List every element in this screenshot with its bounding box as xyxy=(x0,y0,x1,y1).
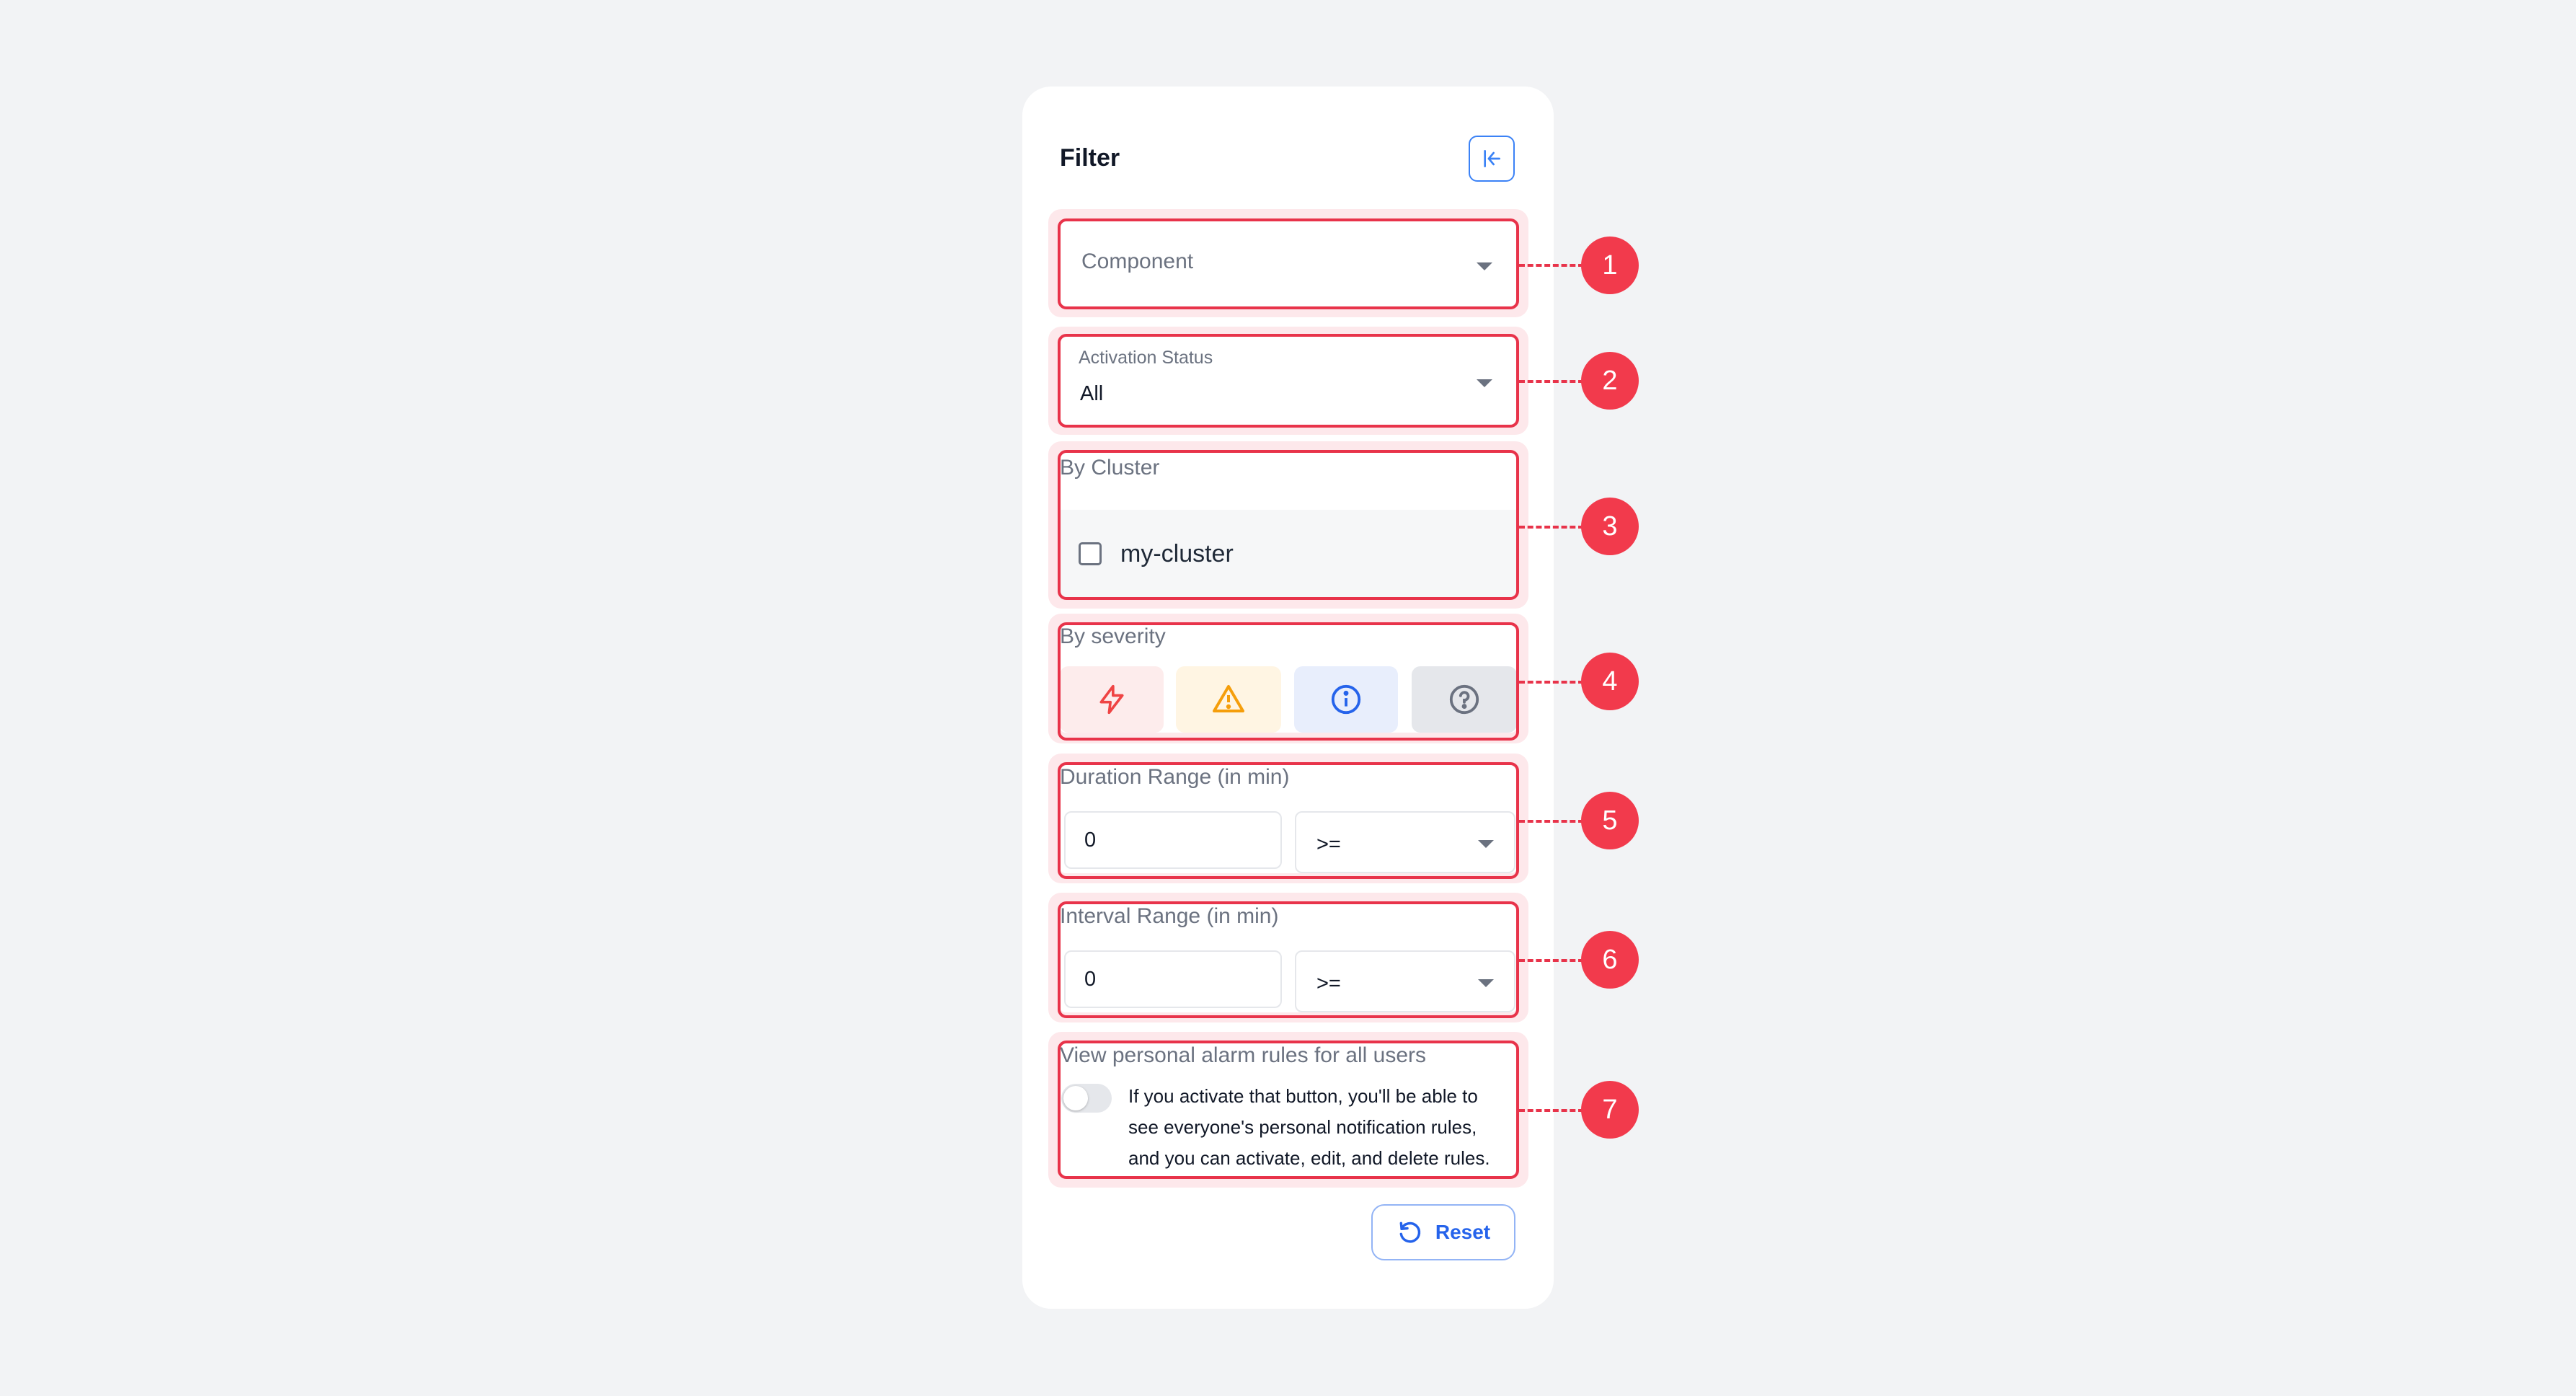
collapse-left-icon xyxy=(1484,150,1500,167)
annotation-connector xyxy=(1519,820,1584,823)
annotation-badge: 2 xyxy=(1581,352,1639,410)
annotation-connector xyxy=(1519,681,1584,684)
annotation-frame-2 xyxy=(1058,334,1519,428)
reset-button[interactable]: Reset xyxy=(1371,1204,1515,1260)
annotation-frame-4 xyxy=(1058,622,1519,741)
annotation-badge: 4 xyxy=(1581,653,1639,710)
annotation-connector xyxy=(1519,380,1584,383)
reset-label: Reset xyxy=(1435,1221,1491,1243)
collapse-panel-button[interactable] xyxy=(1469,136,1515,182)
annotation-connector xyxy=(1519,264,1584,267)
annotation-frame-3 xyxy=(1058,450,1519,600)
annotation-connector xyxy=(1519,1109,1584,1112)
annotation-badge: 5 xyxy=(1581,792,1639,849)
annotation-badge: 1 xyxy=(1581,237,1639,294)
annotation-frame-1 xyxy=(1058,218,1519,309)
panel-title: Filter xyxy=(1060,144,1120,172)
annotation-connector xyxy=(1519,959,1584,962)
annotation-frame-5 xyxy=(1058,762,1519,879)
reset-icon xyxy=(1399,1222,1421,1243)
annotation-badge: 3 xyxy=(1581,498,1639,555)
annotation-frame-7 xyxy=(1058,1041,1519,1179)
annotation-frame-6 xyxy=(1058,901,1519,1018)
annotation-badge: 6 xyxy=(1581,931,1639,989)
annotation-badge: 7 xyxy=(1581,1081,1639,1139)
annotation-connector xyxy=(1519,526,1584,529)
